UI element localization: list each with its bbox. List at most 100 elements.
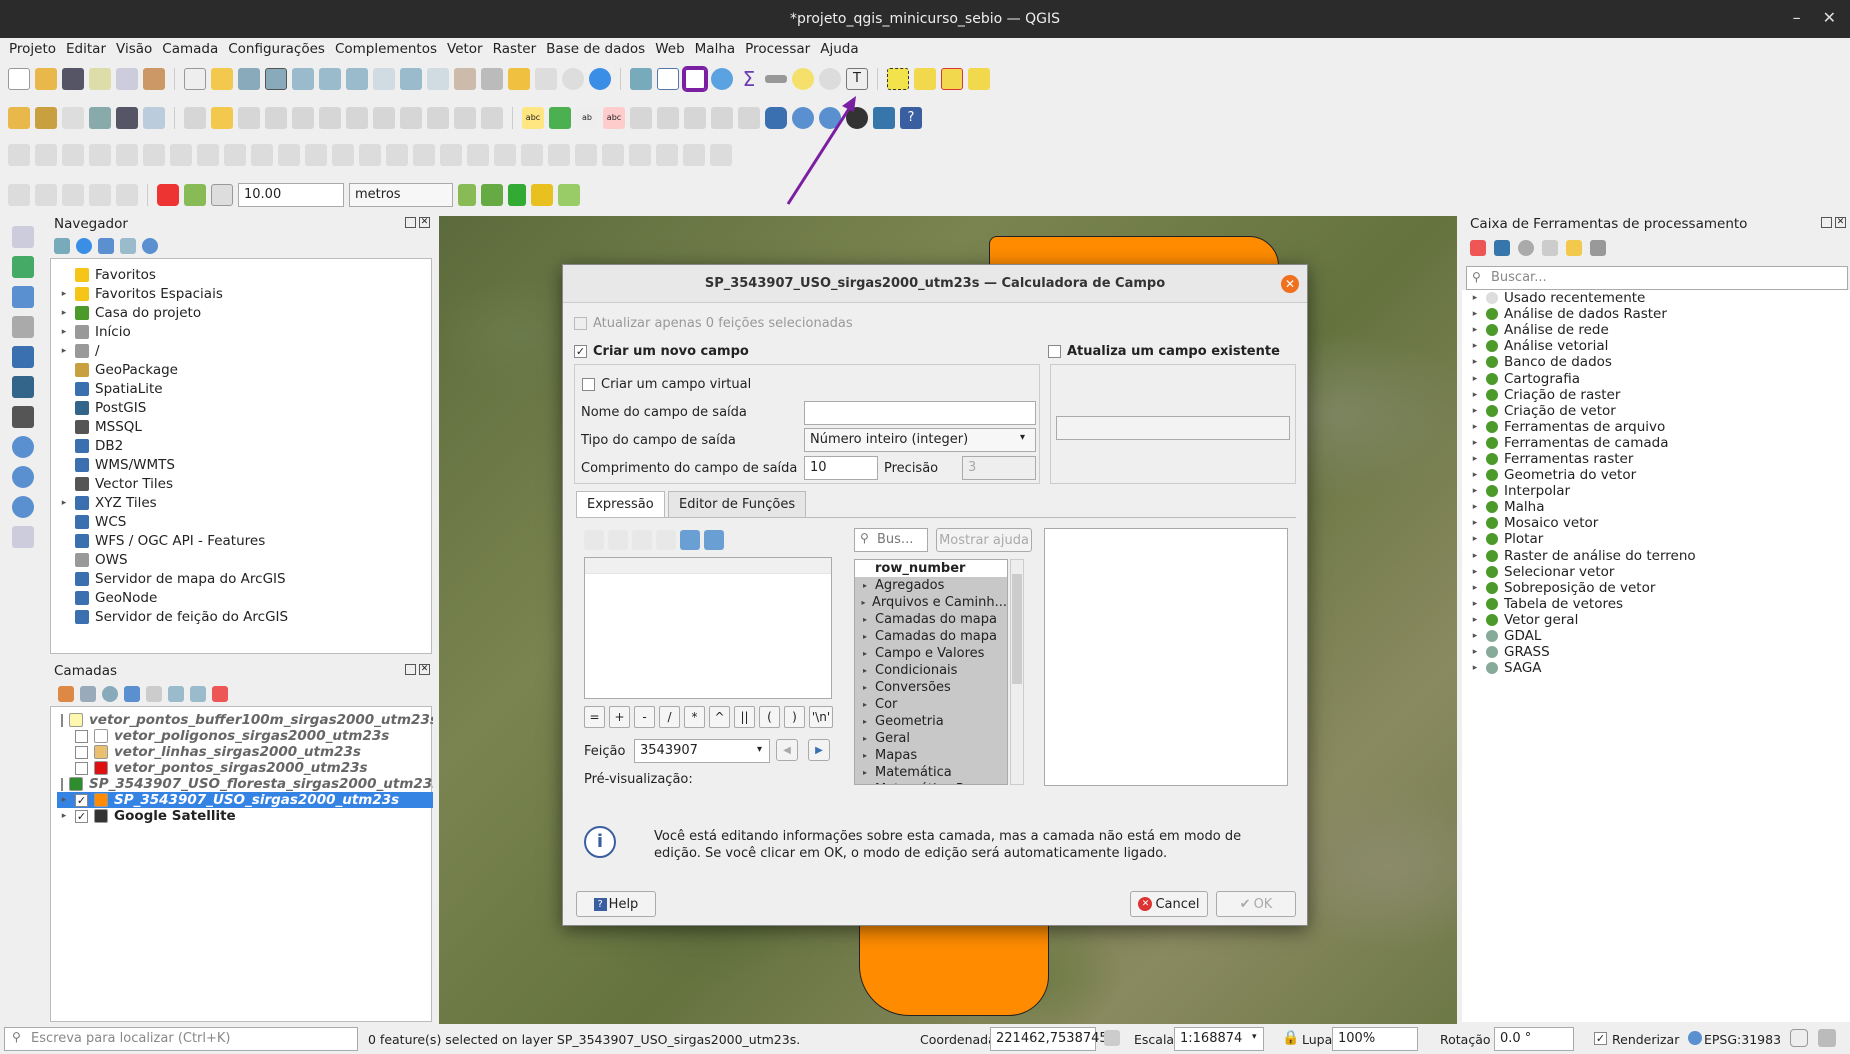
save-edits-icon[interactable] (238, 107, 260, 129)
delete-part-icon[interactable] (197, 144, 219, 166)
function-group[interactable]: ▸ Matemática (855, 764, 1007, 781)
layer-visibility-checkbox[interactable] (75, 761, 88, 775)
expand-arrow-icon[interactable]: ▸ (1468, 406, 1482, 416)
expand-arrow-icon[interactable]: ▸ (1468, 647, 1482, 657)
close-window-button[interactable]: ✕ (1823, 8, 1836, 27)
new-print-layout-icon[interactable] (89, 68, 111, 90)
expand-arrow-icon[interactable]: ▸ (1468, 551, 1482, 561)
crs-button[interactable]: EPSG:31983 (1704, 1032, 1781, 1047)
tab-function-editor[interactable]: Editor de Funções (668, 491, 807, 517)
layer-item[interactable]: vetor_linhas_sirgas2000_utm23s (57, 744, 433, 760)
existing-field-select[interactable] (1056, 416, 1290, 440)
navigator-item[interactable]: GeoNode (57, 588, 427, 607)
expand-arrow-icon[interactable]: ▸ (1468, 309, 1482, 319)
function-group[interactable]: ▸ Camadas do mapa (855, 628, 1007, 645)
zoom-next-icon[interactable] (427, 68, 449, 90)
zoom-native-icon[interactable] (373, 68, 395, 90)
annotation-icon[interactable] (8, 184, 30, 206)
scale-input[interactable]: 1:168874 (1174, 1027, 1264, 1051)
style-manager-icon[interactable] (143, 68, 165, 90)
add-circle-icon[interactable] (575, 144, 597, 166)
expand-arrow-icon[interactable]: ▸ (855, 598, 872, 607)
refresh-icon[interactable] (76, 238, 92, 254)
expand-arrow-icon[interactable]: ▸ (1468, 470, 1482, 480)
messages-icon[interactable] (1790, 1029, 1808, 1047)
rotate-point-symbols-icon[interactable] (413, 144, 435, 166)
layer-visibility-checkbox[interactable] (75, 745, 88, 759)
expand-arrow-icon[interactable]: ▸ (57, 811, 71, 821)
toggle-editing-icon[interactable] (211, 107, 233, 129)
menu-web[interactable]: Web (650, 41, 689, 57)
navigator-item[interactable]: Favoritos (57, 265, 427, 284)
add-mesh-layer-icon[interactable] (12, 286, 34, 308)
rotate-feature-icon[interactable] (35, 144, 57, 166)
float-panel-icon[interactable] (1821, 217, 1832, 228)
operator-button[interactable]: - (634, 706, 655, 728)
delete-ring-icon[interactable] (170, 144, 192, 166)
layer-item[interactable]: vetor_pontos_sirgas2000_utm23s (57, 760, 433, 776)
processing-group[interactable]: ▸ Tabela de vetores (1468, 596, 1848, 612)
identify-features-icon[interactable] (630, 68, 652, 90)
update-existing-field-option[interactable]: Atualiza um campo existente (1048, 344, 1280, 359)
layer-item[interactable]: vetor_pontos_buffer100m_sirgas2000_utm23… (57, 712, 433, 728)
magnifier-input[interactable]: 100% (1332, 1027, 1418, 1051)
add-ring-icon[interactable] (89, 144, 111, 166)
annotation-point-icon[interactable] (35, 184, 57, 206)
delete-expression-icon[interactable] (656, 530, 676, 550)
expand-arrow-icon[interactable]: ▸ (855, 666, 875, 675)
processing-group[interactable]: ▸ Vetor geral (1468, 612, 1848, 628)
expand-arrow-icon[interactable]: ▸ (1468, 293, 1482, 303)
navigator-item[interactable]: ▸ / (57, 341, 427, 360)
rotation-input[interactable]: 0.0 ° (1494, 1027, 1574, 1051)
coordinate-input[interactable]: 221462,7538745 (990, 1027, 1108, 1051)
function-list[interactable]: row_number ▸ Agregados ▸ Arquivos e Caminh..… (854, 559, 1008, 785)
navigator-item[interactable]: ▸ Início (57, 322, 427, 341)
expand-arrow-icon[interactable]: ▸ (1468, 422, 1482, 432)
add-virtual-layer-icon[interactable] (12, 526, 34, 548)
close-dialog-button[interactable]: ✕ (1281, 275, 1299, 293)
operator-button[interactable]: + (609, 706, 630, 728)
simplify-feature-icon[interactable] (62, 144, 84, 166)
help-contents-icon[interactable]: ? (900, 107, 922, 129)
export-expression-icon[interactable] (704, 530, 724, 550)
change-label-icon[interactable] (684, 107, 706, 129)
add-part-icon[interactable] (116, 144, 138, 166)
split-features-icon[interactable] (305, 144, 327, 166)
reverse-line-icon[interactable] (278, 144, 300, 166)
update-existing-checkbox[interactable] (1048, 345, 1061, 358)
menu-processar[interactable]: Processar (740, 41, 815, 57)
processing-group[interactable]: ▸ GDAL (1468, 628, 1848, 644)
zoom-in-icon[interactable] (238, 68, 260, 90)
processing-group[interactable]: ▸ Análise de rede (1468, 322, 1848, 338)
offset-point-symbols-icon[interactable] (440, 144, 462, 166)
attribute-table-icon[interactable] (657, 68, 679, 90)
filter-icon[interactable] (98, 238, 114, 254)
expand-arrow-icon[interactable]: ▸ (855, 751, 875, 760)
menu-projeto[interactable]: Projeto (4, 41, 61, 57)
expand-arrow-icon[interactable]: ▸ (57, 795, 71, 805)
add-circular-string-icon[interactable] (683, 144, 705, 166)
rotate-label-icon[interactable] (657, 107, 679, 129)
notifications-icon[interactable] (1818, 1029, 1836, 1047)
select-by-value-icon[interactable] (914, 68, 936, 90)
next-feature-button[interactable]: ▶ (808, 739, 830, 761)
expand-arrow-icon[interactable]: ▸ (1468, 534, 1482, 544)
navigator-item[interactable]: ▸ Casa do projeto (57, 303, 427, 322)
zoom-to-layer-icon[interactable] (346, 68, 368, 90)
navigator-item[interactable]: GeoPackage (57, 360, 427, 379)
operator-button[interactable]: * (684, 706, 705, 728)
function-group[interactable]: ▸ Condicionais (855, 662, 1007, 679)
options-icon[interactable] (1590, 240, 1606, 256)
processing-group[interactable]: ▸ Cartografia (1468, 370, 1848, 387)
save-expression-icon[interactable] (608, 530, 628, 550)
manage-map-themes-icon[interactable] (102, 686, 118, 702)
menu-camada[interactable]: Camada (157, 41, 223, 57)
reshape-features-icon[interactable] (224, 144, 246, 166)
merge-attributes-icon[interactable] (386, 144, 408, 166)
processing-group[interactable]: ▸ Selecionar vetor (1468, 564, 1848, 580)
previous-feature-button[interactable]: ◀ (776, 739, 798, 761)
new-virtual-layer-icon[interactable] (143, 107, 165, 129)
output-type-select[interactable]: Número inteiro (integer) (804, 428, 1036, 452)
processing-group[interactable]: ▸ Ferramentas de arquivo (1468, 419, 1848, 435)
delete-selected-icon[interactable] (346, 107, 368, 129)
